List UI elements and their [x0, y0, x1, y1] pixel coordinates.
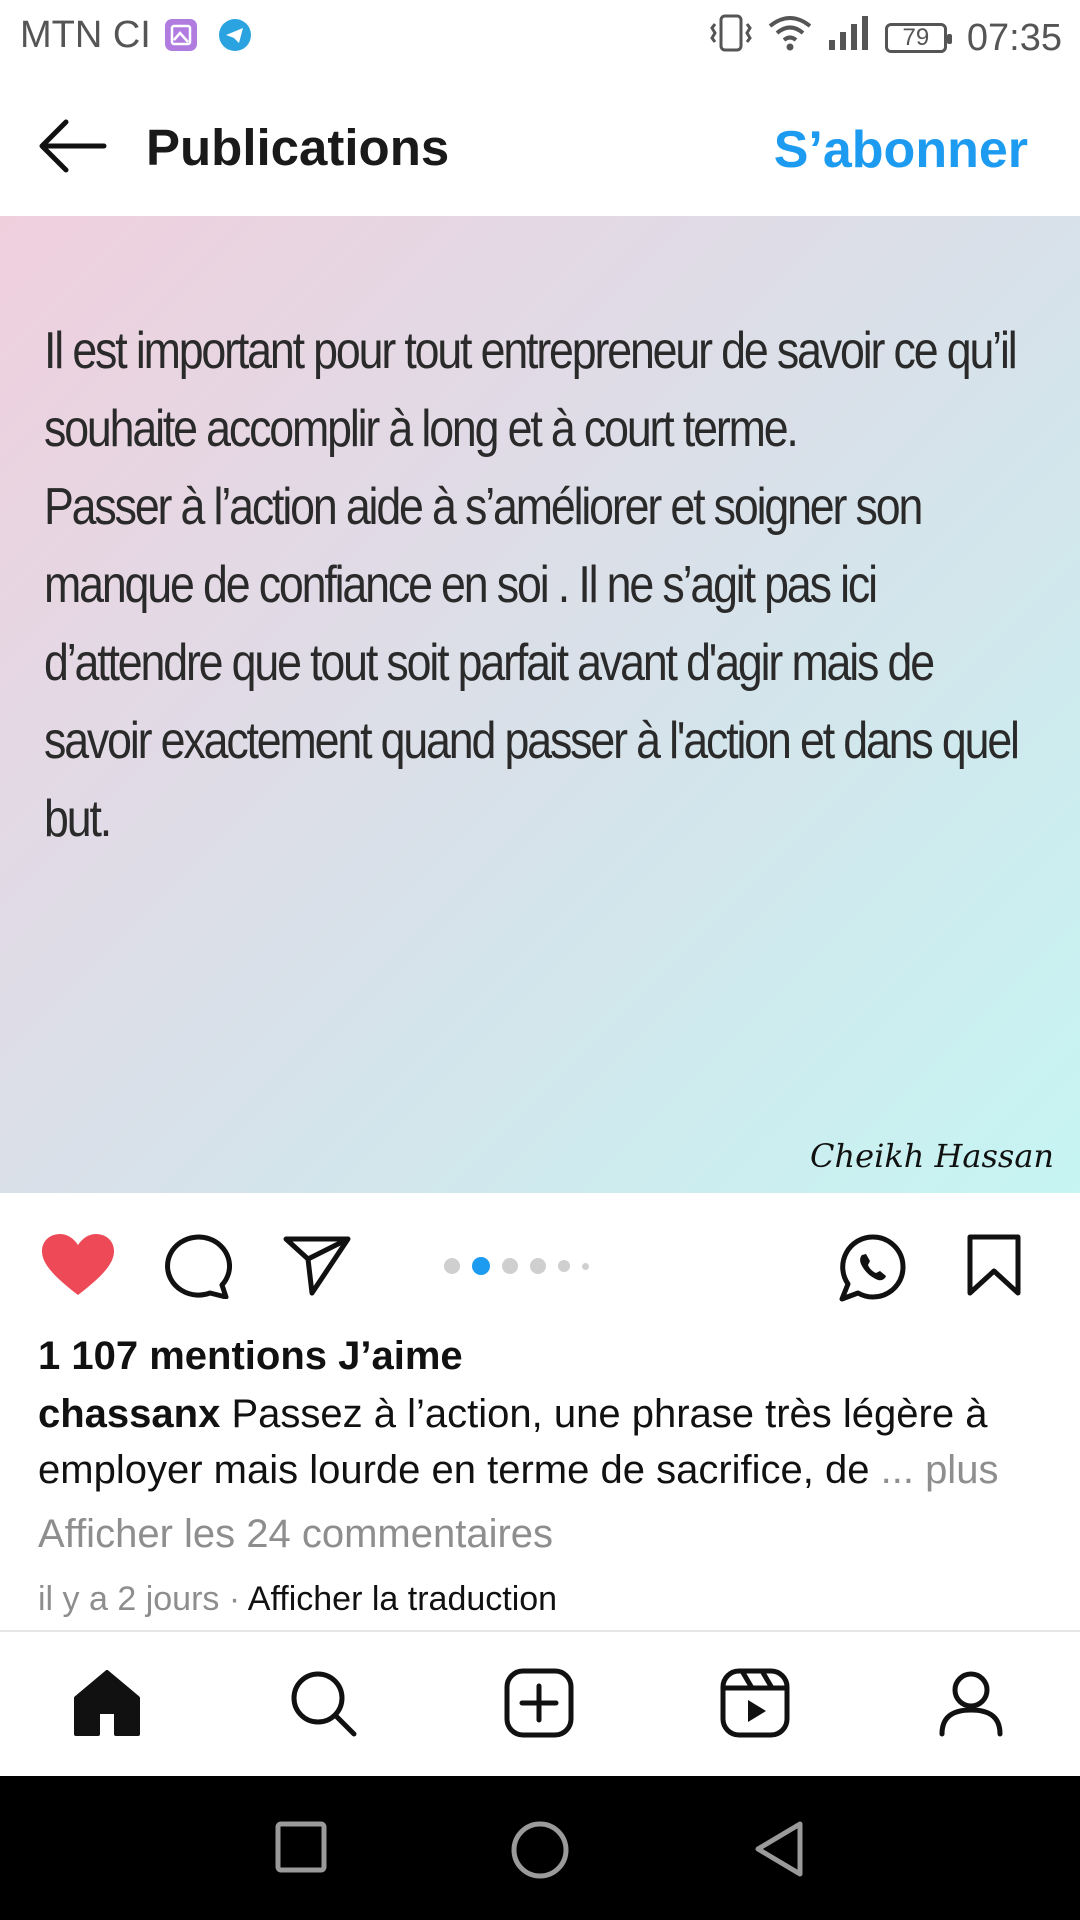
post-timestamp: il y a 2 jours	[38, 1580, 220, 1618]
battery-indicator: 79	[884, 23, 952, 53]
post-image[interactable]: Il est important pour tout entrepreneur …	[0, 216, 1080, 1193]
likes-count[interactable]: 1 107 mentions J’aime	[38, 1334, 463, 1379]
arrow-left-icon[interactable]	[36, 114, 108, 178]
home-circle-icon[interactable]	[510, 1820, 570, 1885]
signal-icon	[827, 14, 871, 62]
recents-icon[interactable]	[274, 1820, 328, 1879]
add-post-icon[interactable]	[504, 1668, 574, 1743]
subscribe-button[interactable]: S’abonner	[774, 120, 1028, 180]
carrier-name: MTN CI	[20, 14, 151, 56]
comment-icon[interactable]	[162, 1233, 233, 1304]
vibrate-icon	[709, 14, 753, 62]
heart-icon[interactable]	[40, 1233, 116, 1302]
home-icon[interactable]	[72, 1668, 142, 1743]
post-caption: chassanx Passez à l’action, une phrase t…	[38, 1386, 1048, 1498]
carousel-dot	[582, 1262, 589, 1270]
bottom-navigation	[0, 1630, 1080, 1778]
profile-icon[interactable]	[936, 1668, 1006, 1743]
post-actions	[0, 1193, 1080, 1333]
clock: 07:35	[966, 16, 1062, 59]
bookmark-icon[interactable]	[964, 1233, 1024, 1302]
top-bar: Publications S’abonner	[0, 76, 1080, 216]
system-navigation-bar	[0, 1776, 1080, 1920]
view-comments-link[interactable]: Afficher les 24 commentaires	[38, 1512, 553, 1557]
telegram-icon	[218, 18, 252, 57]
carousel-dot	[444, 1258, 460, 1274]
whatsapp-icon[interactable]	[838, 1233, 908, 1308]
carousel-dot	[558, 1260, 570, 1272]
status-bar: MTN CI 79 07:35	[0, 0, 1080, 76]
carousel-dot-active	[472, 1257, 490, 1275]
gallery-icon	[164, 18, 198, 57]
carousel-indicator	[444, 1257, 589, 1275]
caption-username[interactable]: chassanx	[38, 1392, 220, 1436]
reels-icon[interactable]	[720, 1668, 790, 1743]
post-quote-text: Il est important pour tout entrepreneur …	[44, 322, 1020, 848]
meta-separator: ·	[228, 1580, 241, 1618]
back-triangle-icon[interactable]	[752, 1820, 806, 1883]
carousel-dot	[502, 1258, 518, 1274]
post-signature: Cheikh Hassan	[810, 1137, 1054, 1175]
caption-more-link[interactable]: ... plus	[881, 1448, 999, 1492]
translate-link[interactable]: Afficher la traduction	[248, 1580, 557, 1618]
wifi-icon	[767, 14, 813, 62]
page-title: Publications	[146, 119, 450, 176]
share-icon[interactable]	[282, 1233, 352, 1302]
search-icon[interactable]	[288, 1668, 358, 1743]
carousel-dot	[530, 1258, 546, 1274]
post-meta: il y a 2 jours · Afficher la traduction	[38, 1580, 557, 1619]
